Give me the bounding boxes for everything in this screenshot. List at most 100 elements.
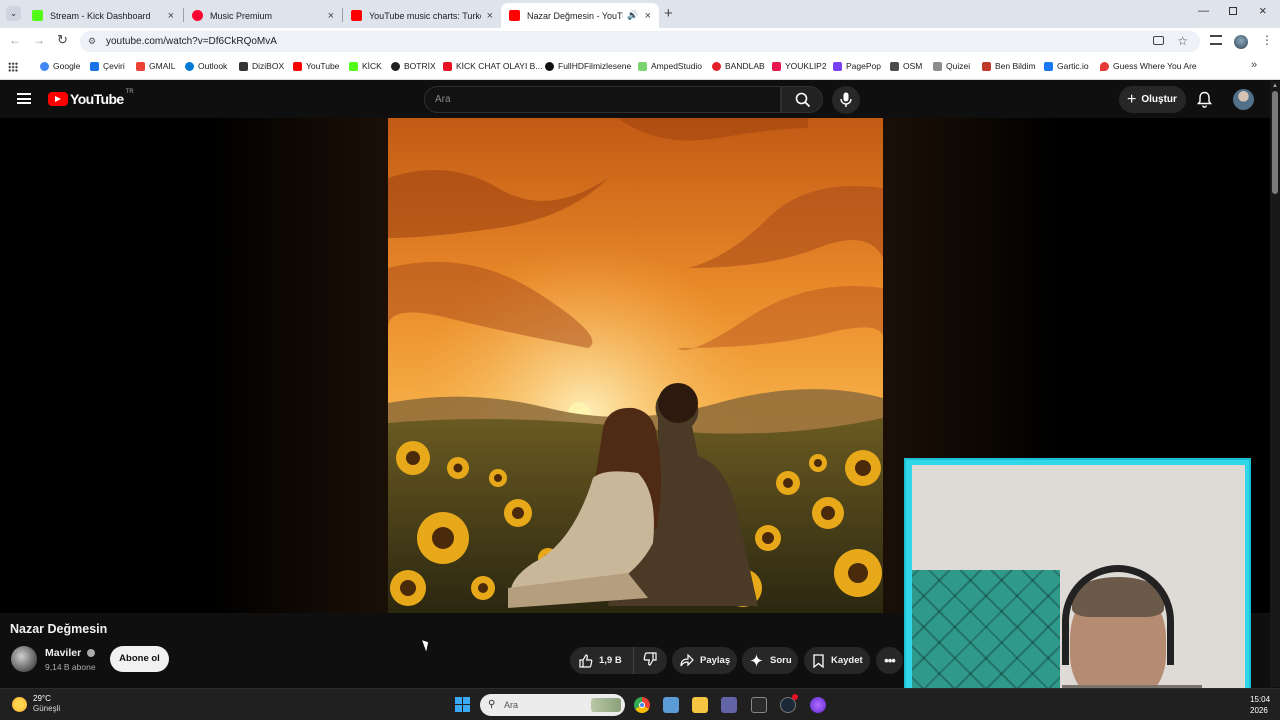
bookmark-guess-where[interactable]: Guess Where You Are bbox=[1100, 61, 1197, 71]
bookmark-ampedstudio[interactable]: AmpedStudio bbox=[638, 61, 702, 71]
close-tab-icon[interactable]: × bbox=[487, 10, 493, 22]
tab-nazar-degmesin[interactable]: Nazar Değmesin - YouTube 🔊 × bbox=[501, 3, 659, 28]
youklip-icon bbox=[772, 61, 781, 71]
like-count: 1,9 B bbox=[599, 655, 622, 666]
bookmark-kick[interactable]: KİCK bbox=[349, 61, 382, 71]
bookmark-pagepop[interactable]: PagePop bbox=[833, 61, 881, 71]
tab-search-button[interactable]: ⌄ bbox=[6, 6, 21, 21]
clock-date: 2026 bbox=[1250, 706, 1268, 715]
bookmark-ceviri[interactable]: Çeviri bbox=[90, 61, 125, 71]
share-button[interactable]: Paylaş bbox=[672, 647, 737, 674]
microphone-icon bbox=[840, 92, 852, 107]
bookmark-kick-chat[interactable]: KİCK CHAT OLAYI B... bbox=[443, 61, 542, 71]
pagepop-icon bbox=[833, 61, 842, 71]
bookmark-star-icon[interactable]: ☆ bbox=[1177, 31, 1188, 52]
more-bookmarks-icon[interactable]: » bbox=[1251, 59, 1257, 71]
mail-app-icon[interactable] bbox=[663, 697, 679, 713]
clock-time: 15:04 bbox=[1250, 695, 1271, 704]
bookmark-youklip[interactable]: YOUKLIP2 bbox=[772, 61, 827, 71]
film-icon bbox=[545, 61, 554, 71]
search-icon: ⚲ bbox=[488, 699, 496, 710]
bandlab-icon bbox=[712, 61, 721, 71]
chrome-icon[interactable] bbox=[634, 697, 650, 713]
subscriber-count: 9,14 B abone bbox=[45, 662, 96, 672]
hamburger-menu-icon[interactable] bbox=[17, 93, 31, 104]
steam-icon[interactable] bbox=[780, 694, 798, 713]
youtube-search-input[interactable]: Ara bbox=[424, 86, 781, 113]
browser-menu-icon[interactable]: ⋮ bbox=[1261, 33, 1273, 47]
address-bar[interactable]: ⚙ youtube.com/watch?v=Df6CkRQoMvA ☆ bbox=[80, 31, 1200, 52]
create-button[interactable]: + Oluştur bbox=[1119, 86, 1186, 113]
scroll-up-icon[interactable]: ▲ bbox=[1272, 83, 1278, 89]
teams-icon[interactable] bbox=[721, 697, 737, 713]
channel-avatar[interactable] bbox=[11, 646, 37, 672]
tab-kick-dashboard[interactable]: Stream - Kick Dashboard × bbox=[24, 3, 182, 28]
epic-games-icon[interactable] bbox=[751, 697, 767, 713]
voice-search-button[interactable] bbox=[832, 86, 860, 114]
bookmark-google[interactable]: Google bbox=[40, 61, 80, 71]
scrollbar-thumb[interactable] bbox=[1272, 91, 1278, 194]
bookmark-ben-bildim[interactable]: Ben Bildim bbox=[982, 61, 1036, 71]
user-avatar[interactable] bbox=[1233, 89, 1254, 110]
install-app-icon[interactable] bbox=[1153, 36, 1164, 45]
bookmark-gmail[interactable]: GMAIL bbox=[136, 61, 175, 71]
webcam-feed bbox=[912, 465, 1245, 710]
back-icon[interactable]: ← bbox=[9, 33, 21, 47]
more-actions-button[interactable]: ••• bbox=[876, 647, 903, 674]
like-button[interactable]: 1,9 B bbox=[570, 647, 634, 674]
close-tab-icon[interactable]: × bbox=[645, 10, 651, 22]
region-code: TR bbox=[125, 89, 134, 95]
new-tab-button[interactable]: + bbox=[664, 5, 673, 22]
bookmark-quizei[interactable]: Quizei bbox=[933, 61, 970, 71]
bookmark-fullhdfilm[interactable]: FullHDFilmizlesene bbox=[545, 61, 631, 71]
tab-music-premium[interactable]: Music Premium × bbox=[184, 3, 342, 28]
ben-bildim-icon bbox=[982, 61, 991, 71]
verified-badge-icon bbox=[87, 649, 96, 658]
tab-youtube-charts[interactable]: YouTube music charts: Turkey T × bbox=[343, 3, 501, 28]
site-info-icon[interactable]: ⚙ bbox=[88, 31, 96, 52]
subscribe-button[interactable]: Abone ol bbox=[110, 646, 169, 672]
page-scrollbar[interactable]: ▲ bbox=[1270, 81, 1280, 687]
forward-icon[interactable]: → bbox=[33, 33, 45, 47]
quizei-icon bbox=[933, 61, 942, 71]
bookmark-outlook[interactable]: Outlook bbox=[185, 61, 227, 71]
youtube-logo[interactable]: YouTube TR bbox=[48, 89, 134, 107]
ask-button[interactable]: Soru bbox=[742, 647, 798, 674]
reload-icon[interactable]: ↻ bbox=[57, 32, 68, 48]
youtube-icon bbox=[351, 10, 362, 21]
bookmark-osm[interactable]: OSM bbox=[890, 61, 922, 71]
google-icon bbox=[40, 61, 49, 71]
tab-title: Music Premium bbox=[210, 10, 273, 21]
dizibox-icon bbox=[239, 61, 248, 71]
bookmark-dizibox[interactable]: DiziBOX bbox=[239, 61, 284, 71]
close-tab-icon[interactable]: × bbox=[168, 10, 174, 22]
browser-tab-strip: ⌄ Stream - Kick Dashboard × Music Premiu… bbox=[0, 0, 1280, 28]
restore-button[interactable] bbox=[1229, 7, 1237, 15]
file-explorer-icon[interactable] bbox=[692, 697, 708, 713]
youtube-search-button[interactable] bbox=[781, 86, 823, 113]
start-button[interactable] bbox=[455, 697, 470, 712]
channel-name[interactable]: Maviler bbox=[45, 647, 96, 659]
speaker-icon[interactable]: 🔊 bbox=[627, 10, 638, 21]
notifications-bell-icon[interactable] bbox=[1196, 91, 1213, 113]
botrix-icon bbox=[391, 61, 400, 71]
media-control-icon[interactable] bbox=[1210, 35, 1222, 45]
location-pin-icon bbox=[1100, 61, 1109, 71]
weather-widget[interactable]: 29°C Güneşli bbox=[12, 694, 60, 714]
close-window-button[interactable]: × bbox=[1259, 3, 1267, 18]
bookmark-gartic[interactable]: Gartic.io bbox=[1044, 61, 1089, 71]
close-tab-icon[interactable]: × bbox=[328, 10, 334, 22]
minimize-button[interactable]: — bbox=[1198, 5, 1209, 17]
bookmark-bandlab[interactable]: BANDLAB bbox=[712, 61, 765, 71]
messenger-icon[interactable] bbox=[810, 697, 826, 713]
youtube-play-logo-icon bbox=[48, 92, 68, 106]
system-clock[interactable]: 15:04 2026 bbox=[1250, 694, 1270, 716]
taskbar-search-input[interactable]: ⚲ Ara bbox=[480, 694, 625, 716]
save-button[interactable]: Kaydet bbox=[804, 647, 870, 674]
thumbs-down-icon bbox=[643, 652, 657, 666]
profile-avatar[interactable] bbox=[1234, 35, 1248, 49]
dislike-button[interactable] bbox=[634, 652, 657, 669]
bookmark-botrix[interactable]: BOTRİX bbox=[391, 61, 436, 71]
bookmark-youtube[interactable]: YouTube bbox=[293, 61, 339, 71]
apps-grid-icon[interactable] bbox=[8, 62, 18, 72]
